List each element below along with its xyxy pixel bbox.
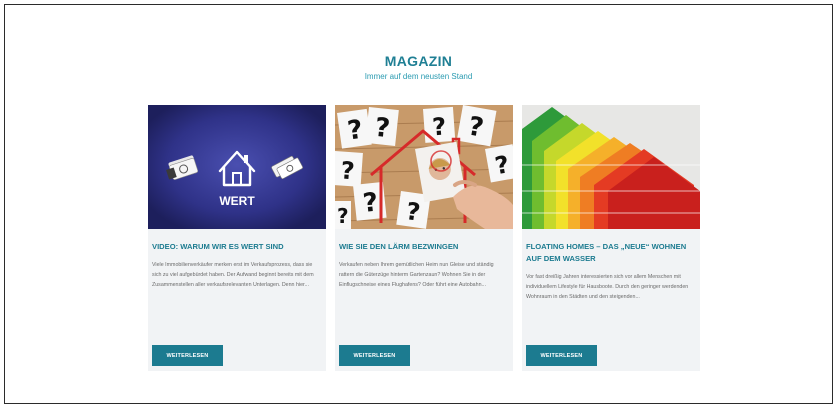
svg-text:?: ? <box>373 113 391 144</box>
read-more-button[interactable]: WEITERLESEN <box>526 345 597 366</box>
section-subtitle: Immer auf dem neusten Stand <box>364 72 473 81</box>
svg-text:?: ? <box>431 112 447 141</box>
read-more-button[interactable]: WEITERLESEN <box>339 345 410 366</box>
section-title: MAGAZIN <box>384 53 453 69</box>
page-frame: MAGAZIN Immer auf dem neusten Stand WERT… <box>4 4 833 404</box>
svg-text:?: ? <box>361 188 379 219</box>
thumbnail-wert-label: WERT <box>219 194 255 208</box>
section-header: MAGAZIN Immer auf dem neusten Stand <box>5 53 832 81</box>
article-thumbnail-energy-houses[interactable] <box>522 105 700 229</box>
svg-text:?: ? <box>340 156 356 185</box>
article-card-video-wert: WERT VIDEO: WARUM WIR ES WERT SIND Viele… <box>148 105 326 371</box>
article-title[interactable]: FLOATING HOMES – DAS „NEUE“ WOHNEN AUF D… <box>526 241 694 265</box>
article-thumbnail-wert[interactable]: WERT <box>148 105 326 229</box>
svg-text:?: ? <box>337 204 349 228</box>
read-more-button[interactable]: WEITERLESEN <box>152 345 223 366</box>
article-title[interactable]: VIDEO: WARUM WIR ES WERT SIND <box>152 241 320 253</box>
article-excerpt: Vor fast dreißig Jahren interessierten s… <box>526 274 689 300</box>
article-thumbnail-laerm[interactable]: ? ? ? ? ? ? ? ? ? <box>335 105 513 229</box>
article-title[interactable]: WIE SIE DEN LÄRM BEZWINGEN <box>339 241 507 253</box>
article-card-laerm: ? ? ? ? ? ? ? ? ? WIE SIE DEN LÄRM BEZWI… <box>335 105 513 371</box>
article-card-floating-homes: FLOATING HOMES – DAS „NEUE“ WOHNEN AUF D… <box>522 105 700 371</box>
article-excerpt: Viele Immobilienverkäufer merken erst im… <box>152 262 314 288</box>
article-excerpt: Verkaufen neben Ihrem gemütlichen Heim n… <box>339 262 494 288</box>
